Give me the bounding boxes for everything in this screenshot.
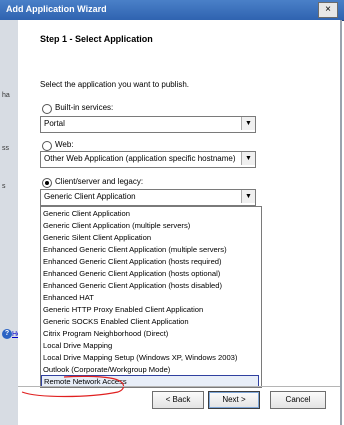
dropdown-option[interactable]: Local Drive Mapping Setup (Windows XP, W… [43,353,237,362]
builtin-services-label: Built-in services: [55,103,114,112]
background-text-fragment: s [2,183,6,190]
web-value: Other Web Application (application speci… [44,154,236,163]
application-dropdown-list[interactable]: Generic Client Application Generic Clien… [40,206,262,388]
builtin-services-radio[interactable] [42,104,52,114]
step-title: Step 1 - Select Application [40,34,153,44]
dropdown-option[interactable]: Generic HTTP Proxy Enabled Client Applic… [43,305,203,314]
dropdown-option[interactable]: Local Drive Mapping [43,341,112,350]
chevron-down-icon: ▼ [241,152,255,165]
footer-separator [18,386,340,387]
dropdown-option[interactable]: Generic Client Application (multiple ser… [43,221,190,230]
dropdown-option[interactable]: Enhanced Generic Client Application (hos… [43,269,220,278]
client-legacy-radio[interactable] [42,178,52,188]
chevron-down-icon: ▼ [241,190,255,203]
background-text-fragment: ha [2,92,10,99]
window-title: Add Application Wizard [6,4,107,14]
dropdown-option[interactable]: Enhanced Generic Client Application (hos… [43,281,222,290]
annotation-circle [21,375,125,398]
web-label: Web: [55,140,74,149]
next-button[interactable]: Next > [208,391,260,409]
back-button[interactable]: < Back [152,391,204,409]
client-legacy-select[interactable]: Generic Client Application ▼ [40,189,256,206]
dropdown-option[interactable]: Enhanced Generic Client Application (mul… [43,245,227,254]
dropdown-option[interactable]: Citrix Program Neighborhood (Direct) [43,329,168,338]
builtin-services-select[interactable]: Portal ▼ [40,116,256,133]
background-window [0,20,19,425]
cancel-button[interactable]: Cancel [270,391,326,409]
client-legacy-value: Generic Client Application [44,192,136,201]
dropdown-option[interactable]: Generic Silent Client Application [43,233,151,242]
dropdown-option[interactable]: Generic SOCKS Enabled Client Application [43,317,189,326]
dropdown-option[interactable]: Enhanced HAT [43,293,94,302]
close-button[interactable]: × [318,2,338,18]
background-text-fragment: ss [2,145,9,152]
web-radio[interactable] [42,141,52,151]
chevron-down-icon: ▼ [241,117,255,130]
web-select[interactable]: Other Web Application (application speci… [40,151,256,168]
dropdown-option[interactable]: Enhanced Generic Client Application (hos… [43,257,222,266]
client-legacy-label: Client/server and legacy: [55,177,144,186]
dropdown-option[interactable]: Generic Client Application [43,209,130,218]
close-icon: × [325,4,331,15]
builtin-services-value: Portal [44,119,65,128]
help-icon[interactable]: ? [2,329,12,339]
instruction-text: Select the application you want to publi… [40,80,189,89]
